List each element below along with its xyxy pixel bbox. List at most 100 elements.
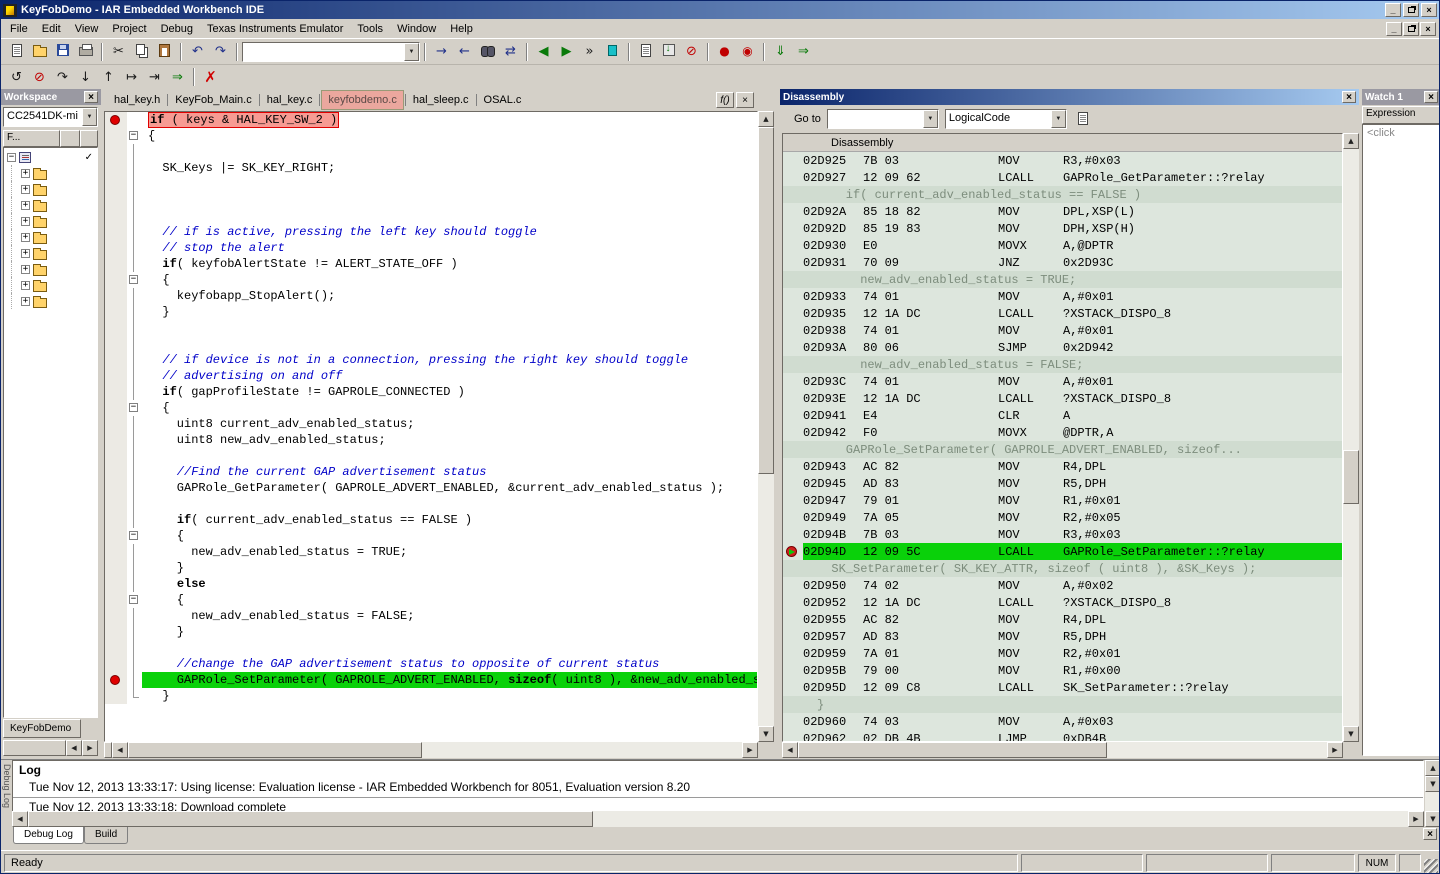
workspace-files-column-header[interactable]: F... — [3, 130, 60, 147]
scrollbar-thumb[interactable] — [28, 811, 593, 827]
find-combo[interactable]: ▼ — [242, 42, 420, 62]
editor-tab-osal-c[interactable]: OSAL.c — [478, 91, 528, 109]
fold-gutter[interactable]: − — [127, 272, 142, 288]
expand-icon[interactable]: + — [21, 249, 30, 258]
editor-tab-hal-key-c[interactable]: hal_key.c — [261, 91, 319, 109]
breakpoint-gutter[interactable] — [105, 496, 127, 512]
redo-button[interactable]: ↷ — [209, 41, 232, 63]
find-next-button[interactable]: → — [430, 41, 453, 63]
find-input[interactable] — [243, 43, 404, 61]
expand-icon[interactable]: + — [21, 217, 30, 226]
watch-close-button[interactable]: × — [1424, 91, 1438, 103]
code-line[interactable]: // if is active, pressing the left key s… — [105, 224, 757, 240]
find-in-files-button[interactable] — [476, 41, 499, 63]
code-line[interactable] — [105, 320, 757, 336]
code-line[interactable]: − { — [105, 400, 757, 416]
code-line[interactable]: SK_Keys |= SK_KEY_RIGHT; — [105, 160, 757, 176]
code-line[interactable] — [105, 448, 757, 464]
watch-expression-column-header[interactable]: Expression — [1362, 106, 1440, 124]
split-handle[interactable] — [104, 742, 112, 758]
fold-gutter[interactable] — [127, 640, 142, 656]
breakpoint-gutter[interactable] — [105, 208, 127, 224]
code-line[interactable] — [105, 144, 757, 160]
editor-tab-hal-key-h[interactable]: hal_key.h — [108, 91, 166, 109]
breakpoint-gutter[interactable] — [105, 144, 127, 160]
breakpoint-gutter[interactable] — [105, 224, 127, 240]
breakpoint-gutter[interactable] — [105, 528, 127, 544]
fold-gutter[interactable] — [127, 512, 142, 528]
make-button[interactable] — [657, 41, 680, 63]
close-button[interactable]: × — [1421, 3, 1437, 17]
stop-debugging-button[interactable]: ✗ — [199, 66, 222, 88]
memory-window-button[interactable] — [1073, 109, 1093, 129]
disassembly-line[interactable]: 02D94779 01MOVR1,#0x01 — [783, 492, 1342, 509]
workspace-folder-node[interactable]: + — [4, 277, 97, 293]
fold-gutter[interactable] — [127, 144, 142, 160]
next-statement-button[interactable]: ↦ — [120, 66, 143, 88]
break-button[interactable]: ⊘ — [28, 66, 51, 88]
breakpoint-gutter[interactable] — [105, 320, 127, 336]
reset-button[interactable]: ↺ — [5, 66, 28, 88]
stop-build-button[interactable]: ⊘ — [680, 41, 703, 63]
fold-gutter[interactable] — [127, 448, 142, 464]
disassembly-line[interactable]: 02D93A80 06SJMP0x2D942 — [783, 339, 1342, 356]
watch-body[interactable]: <click — [1362, 124, 1440, 756]
disassembly-horizontal-scrollbar[interactable]: ◀ ▶ — [782, 742, 1343, 758]
paste-button[interactable] — [153, 41, 176, 63]
log-horizontal-scrollbar[interactable]: ◀ ▶ — [12, 811, 1424, 827]
expand-icon[interactable]: + — [21, 297, 30, 306]
fold-gutter[interactable] — [127, 224, 142, 240]
output-close-button[interactable]: × — [1423, 828, 1437, 840]
breakpoint-gutter[interactable] — [105, 304, 127, 320]
disassembly-vertical-scrollbar[interactable]: ▲ ▼ — [1343, 133, 1359, 742]
scrollbar-thumb[interactable] — [3, 740, 66, 756]
expand-icon[interactable]: + — [21, 201, 30, 210]
fold-gutter[interactable] — [127, 688, 142, 704]
fold-collapse-icon[interactable]: − — [129, 131, 138, 140]
breakpoint-gutter[interactable] — [105, 384, 127, 400]
code-line[interactable]: − { — [105, 592, 757, 608]
fold-gutter[interactable] — [127, 416, 142, 432]
go-to-line-button[interactable]: » — [578, 41, 601, 63]
fold-gutter[interactable] — [127, 176, 142, 192]
scroll-down-icon[interactable]: ▼ — [1425, 776, 1440, 792]
scroll-left-icon[interactable]: ◀ — [782, 742, 798, 758]
workspace-titlebar[interactable]: Workspace × — [1, 89, 101, 105]
menu-file[interactable]: File — [3, 21, 35, 37]
disassembly-listing[interactable]: Disassembly02D9257B 03MOVR3,#0x0302D9271… — [782, 133, 1343, 742]
run-to-cursor-button[interactable]: ⇥ — [143, 66, 166, 88]
fold-gutter[interactable] — [127, 208, 142, 224]
disassembly-close-button[interactable]: × — [1342, 91, 1356, 103]
fold-gutter[interactable] — [127, 288, 142, 304]
scroll-down-icon[interactable]: ▼ — [758, 726, 774, 742]
disassembly-line[interactable]: 02D95212 1A DCLCALL?XSTACK_DISPO_8 — [783, 594, 1342, 611]
expand-icon[interactable]: + — [21, 265, 30, 274]
fold-collapse-icon[interactable]: − — [129, 595, 138, 604]
fold-gutter[interactable] — [127, 496, 142, 512]
step-out-button[interactable]: ↑ — [97, 66, 120, 88]
find-previous-button[interactable]: ← — [453, 41, 476, 63]
fold-collapse-icon[interactable]: − — [129, 275, 138, 284]
breakpoint-icon[interactable] — [110, 675, 120, 685]
code-line[interactable]: new_adv_enabled_status = FALSE; — [105, 608, 757, 624]
code-line[interactable]: } — [105, 560, 757, 576]
menu-view[interactable]: View — [68, 21, 106, 37]
toggle-breakpoint-button[interactable]: ● — [713, 41, 736, 63]
breakpoint-gutter[interactable] — [105, 480, 127, 496]
fold-collapse-icon[interactable]: − — [129, 531, 138, 540]
scroll-up-icon[interactable]: ▲ — [1343, 133, 1359, 149]
workspace-folder-node[interactable]: + — [4, 181, 97, 197]
scroll-down-icon[interactable]: ▼ — [1425, 811, 1440, 827]
fold-gutter[interactable] — [127, 352, 142, 368]
expand-icon[interactable]: + — [21, 185, 30, 194]
code-line[interactable] — [105, 640, 757, 656]
fold-gutter[interactable] — [127, 656, 142, 672]
scrollbar-thumb[interactable] — [798, 742, 1107, 758]
disassembly-line[interactable]: 02D92A85 18 82MOVDPL,XSP(L) — [783, 203, 1342, 220]
dropdown-arrow-icon[interactable]: ▼ — [923, 110, 938, 128]
code-line[interactable]: keyfobapp_StopAlert(); — [105, 288, 757, 304]
code-line[interactable] — [105, 192, 757, 208]
mdi-close-button[interactable]: × — [1420, 22, 1436, 36]
fold-gutter[interactable] — [127, 432, 142, 448]
breakpoint-gutter[interactable] — [105, 688, 127, 704]
